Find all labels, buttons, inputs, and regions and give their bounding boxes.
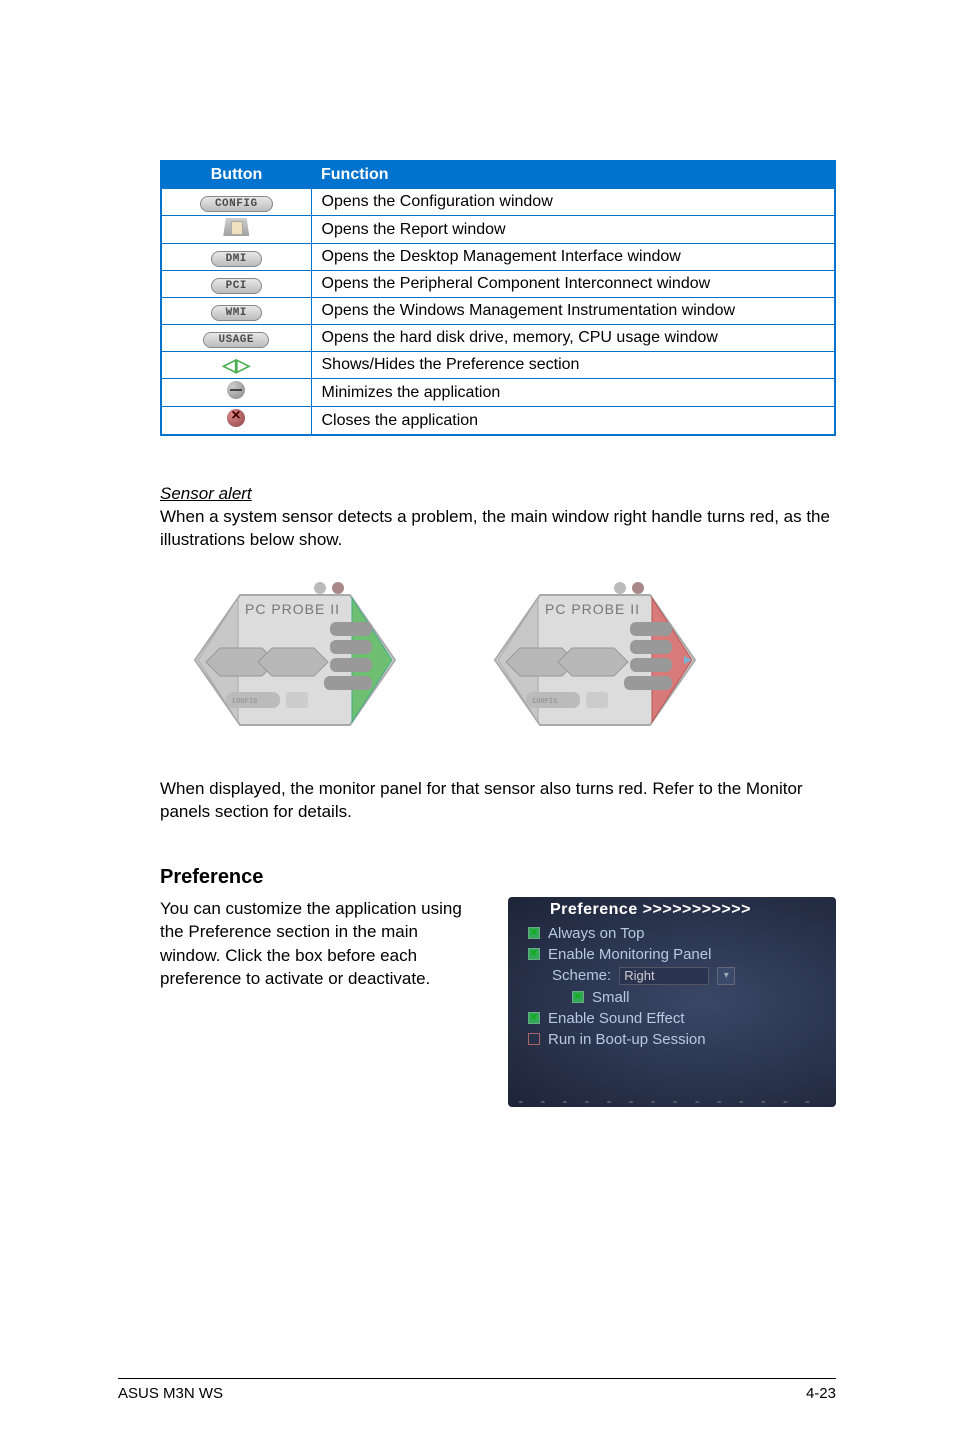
pref-enable-monitoring[interactable]: Enable Monitoring Panel — [508, 944, 836, 965]
pref-always-on-top[interactable]: Always on Top — [508, 923, 836, 944]
preference-title-text: Preference — [550, 901, 638, 918]
table-row: Closes the application — [161, 407, 835, 436]
table-row: CONFIG Opens the Configuration window — [161, 189, 835, 216]
hex-illustrations: PC PROBE II DMI PCI WMI USAGE CONFIG PC … — [180, 570, 836, 750]
footer-left: ASUS M3N WS — [118, 1385, 223, 1402]
pref-enable-sound[interactable]: Enable Sound Effect — [508, 1008, 836, 1029]
svg-text:WMI: WMI — [342, 662, 355, 670]
table-row: PCI Opens the Peripheral Component Inter… — [161, 271, 835, 298]
table-row: Opens the Report window — [161, 216, 835, 244]
function-cell: Minimizes the application — [311, 379, 835, 407]
function-cell: Shows/Hides the Preference section — [311, 352, 835, 379]
close-icon — [227, 409, 245, 427]
function-cell: Closes the application — [311, 407, 835, 436]
svg-text:DMI: DMI — [342, 626, 355, 634]
pref-label: Enable Monitoring Panel — [548, 946, 711, 963]
svg-text:PCI: PCI — [342, 644, 355, 652]
preference-heading: Preference — [160, 866, 836, 889]
app-title-label: PC PROBE II — [245, 601, 340, 617]
page-footer: ASUS M3N WS 4-23 — [118, 1378, 836, 1402]
svg-text:USAGE: USAGE — [632, 680, 653, 688]
svg-text:WMI: WMI — [642, 662, 655, 670]
checkbox-icon[interactable] — [528, 1012, 540, 1024]
checkbox-icon[interactable] — [572, 991, 584, 1003]
table-row: USAGE Opens the hard disk drive, memory,… — [161, 325, 835, 352]
pc-probe-normal: PC PROBE II DMI PCI WMI USAGE CONFIG — [180, 570, 410, 750]
scheme-value: Right — [624, 968, 654, 983]
function-cell: Opens the Configuration window — [311, 189, 835, 216]
function-cell: Opens the Peripheral Component Interconn… — [311, 271, 835, 298]
pref-scheme: Scheme: Right ▾ — [508, 965, 836, 987]
button-function-table: Button Function CONFIG Opens the Configu… — [160, 160, 836, 436]
report-button-icon — [223, 218, 249, 236]
table-row: ◁▷ Shows/Hides the Preference section — [161, 352, 835, 379]
pref-small[interactable]: Small — [508, 987, 836, 1008]
usage-button-icon: USAGE — [203, 332, 269, 348]
svg-text:CONFIG: CONFIG — [232, 697, 257, 705]
minimize-icon — [227, 381, 245, 399]
pref-label: Enable Sound Effect — [548, 1010, 685, 1027]
scheme-select[interactable]: Right — [619, 967, 709, 985]
sensor-alert-text: When a system sensor detects a problem, … — [160, 506, 836, 552]
header-function: Function — [311, 161, 835, 189]
dmi-button-icon: DMI — [211, 251, 262, 267]
svg-text:DMI: DMI — [642, 626, 655, 634]
pref-label: Run in Boot-up Session — [548, 1031, 706, 1048]
table-row: WMI Opens the Windows Management Instrum… — [161, 298, 835, 325]
checkbox-icon[interactable] — [528, 948, 540, 960]
svg-text:USAGE: USAGE — [332, 680, 353, 688]
sensor-alert-heading: Sensor alert — [160, 484, 836, 504]
function-cell: Opens the Report window — [311, 216, 835, 244]
preference-panel: Preference >>>>>>>>>>> Always on Top Ena… — [508, 897, 836, 1107]
table-row: DMI Opens the Desktop Management Interfa… — [161, 244, 835, 271]
header-button: Button — [161, 161, 311, 189]
function-cell: Opens the Desktop Management Interface w… — [311, 244, 835, 271]
toggle-preference-icon: ◁▷ — [222, 355, 250, 375]
checkbox-icon[interactable] — [528, 927, 540, 939]
pref-label: Small — [592, 989, 630, 1006]
function-cell: Opens the Windows Management Instrumenta… — [311, 298, 835, 325]
chevron-icon: >>>>>>>>>>> — [643, 901, 751, 918]
preference-panel-title: Preference >>>>>>>>>>> — [508, 897, 836, 923]
pref-label: Always on Top — [548, 925, 644, 942]
decorative-dots: • • • • • • • • • • • • • • • • — [518, 1095, 826, 1103]
function-cell: Opens the hard disk drive, memory, CPU u… — [311, 325, 835, 352]
preference-text: You can customize the application using … — [160, 897, 478, 1107]
sensor-after-text: When displayed, the monitor panel for th… — [160, 778, 836, 824]
config-button-icon: CONFIG — [200, 196, 273, 212]
svg-text:CONFIG: CONFIG — [532, 697, 557, 705]
wmi-button-icon: WMI — [211, 305, 262, 321]
footer-right: 4-23 — [806, 1385, 836, 1402]
table-row: Minimizes the application — [161, 379, 835, 407]
pref-run-bootup[interactable]: Run in Boot-up Session — [508, 1029, 836, 1050]
pci-button-icon: PCI — [211, 278, 262, 294]
dropdown-arrow-icon[interactable]: ▾ — [717, 967, 735, 985]
checkbox-icon[interactable] — [528, 1033, 540, 1045]
scheme-label: Scheme: — [552, 967, 611, 984]
pc-probe-alert: PC PROBE II DMI PCI WMI USAGE CONFIG — [480, 570, 710, 750]
svg-text:PCI: PCI — [642, 644, 655, 652]
app-title-label: PC PROBE II — [545, 601, 640, 617]
